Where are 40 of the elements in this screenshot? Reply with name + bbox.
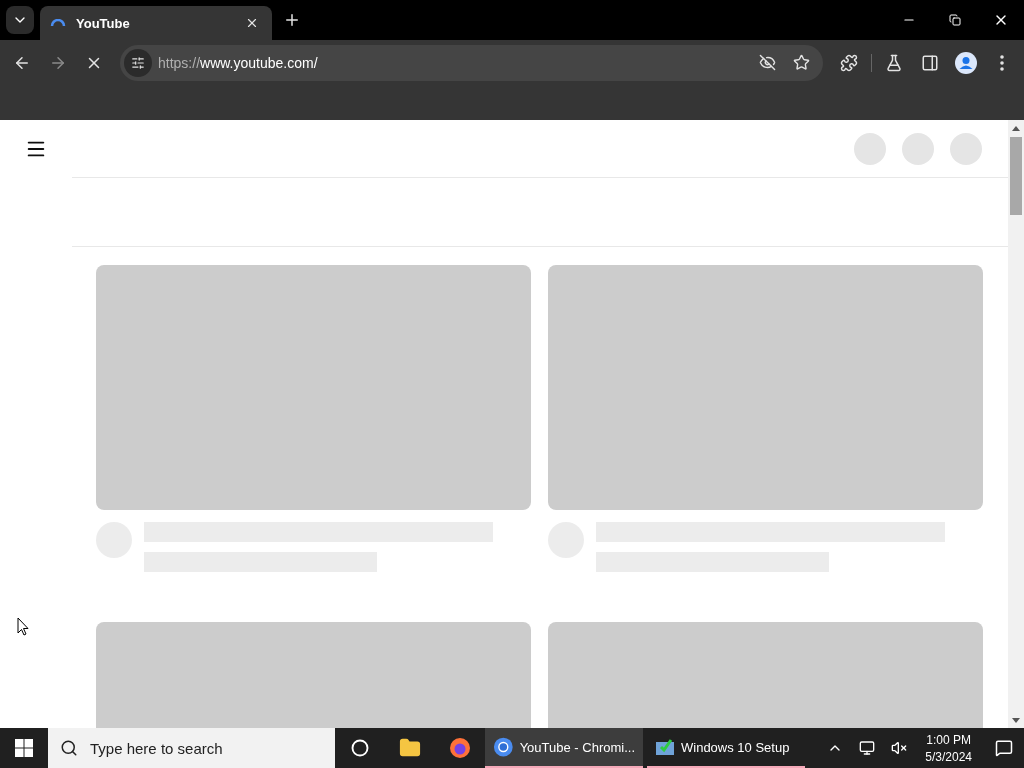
taskbar-window-button[interactable]: Windows 10 Setup [647, 728, 805, 768]
tab-title: YouTube [76, 15, 131, 31]
more-icon [1000, 54, 1004, 71]
date-text: 5/3/2024 [925, 749, 972, 764]
star-icon [792, 54, 810, 71]
eye-off-icon [758, 54, 776, 71]
chromium-icon [493, 736, 514, 758]
address-bar[interactable]: https://www.youtube.com/ [120, 44, 823, 81]
task-view-icon [351, 739, 369, 757]
folder-icon [399, 737, 421, 759]
sliders-icon [131, 55, 145, 70]
message-icon [995, 739, 1013, 757]
site-settings-button[interactable] [124, 48, 152, 77]
plus-icon [283, 11, 301, 29]
search-icon [60, 739, 78, 757]
header-button-placeholder [902, 132, 934, 165]
volume-muted-icon [891, 740, 908, 756]
monitor-icon [859, 740, 876, 756]
header-button-placeholder [950, 132, 982, 165]
side-panel-icon [921, 53, 939, 72]
scrollbar[interactable] [1008, 120, 1024, 728]
browser-tab[interactable]: YouTube [40, 6, 272, 40]
flask-icon [885, 53, 903, 72]
search-input[interactable]: Type here to search [88, 738, 335, 758]
mouse-pointer-icon [17, 617, 29, 636]
restore-icon [949, 14, 961, 26]
url-text: https://www.youtube.com/ [158, 54, 319, 71]
windows-logo-icon [15, 739, 33, 757]
close-icon [245, 16, 259, 30]
tab-list-button[interactable] [6, 6, 34, 34]
taskbar-search-field[interactable]: Type here to search [48, 728, 335, 768]
clock[interactable]: 1:00 PM 5/3/2024 [917, 732, 980, 764]
fox-icon [449, 737, 471, 759]
time-text: 1:00 PM [926, 732, 971, 747]
loading-spinner-icon [50, 19, 66, 27]
taskbar-window-button[interactable]: YouTube - Chromi... [485, 728, 643, 768]
setup-icon [655, 738, 675, 756]
header-button-placeholder [854, 132, 886, 165]
puzzle-icon [840, 53, 858, 72]
avatar-icon [955, 51, 977, 74]
